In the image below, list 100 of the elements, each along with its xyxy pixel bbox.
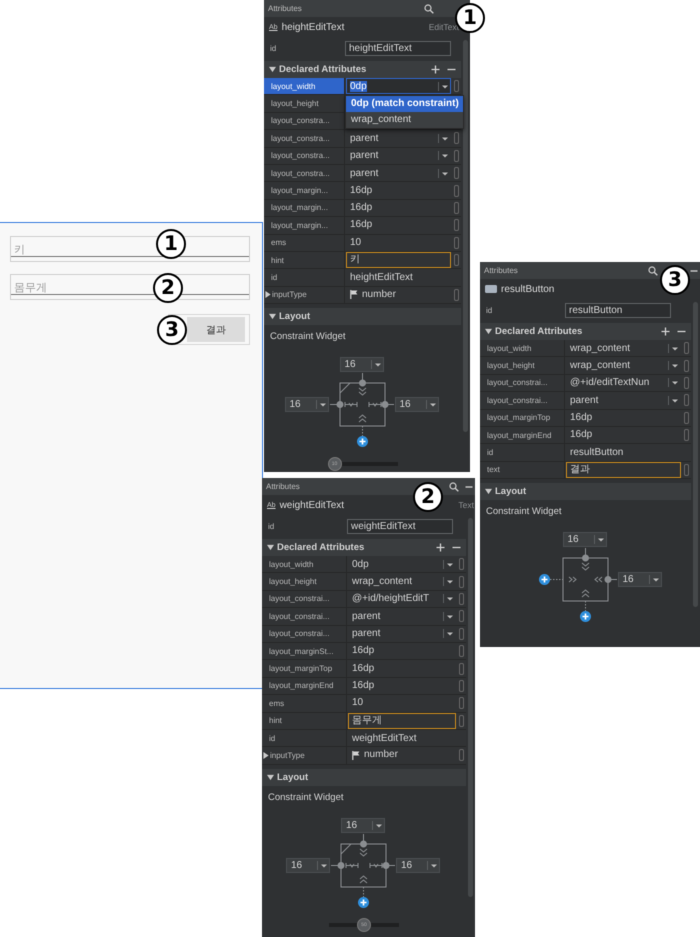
attribute-dropdown[interactable]: @+id/heightEditT xyxy=(348,590,456,607)
attribute-value: resultButton xyxy=(569,447,624,458)
attribute-name: layout_margin... xyxy=(270,220,329,232)
attribute-value-field[interactable]: 16dp xyxy=(348,660,456,677)
component-name: resultButton xyxy=(501,284,556,294)
id-field[interactable]: resultButton xyxy=(565,302,671,318)
margin-dropdown[interactable]: 16 xyxy=(562,532,606,548)
attribute-value-field[interactable]: 16dp xyxy=(348,678,456,694)
margin-dropdown[interactable]: 16 xyxy=(284,397,328,412)
attribute-name: layout_width xyxy=(264,78,344,94)
id-field[interactable]: weightEditText xyxy=(347,518,453,534)
section-header[interactable]: Declared Attributes xyxy=(264,61,461,78)
attribute-value-field[interactable]: 16dp xyxy=(566,427,681,444)
panel-title: Attributes xyxy=(268,4,303,13)
attribute-dropdown[interactable]: 0dp xyxy=(346,78,451,94)
attribute-name: layout_constrai... xyxy=(268,628,330,640)
attribute-name: id xyxy=(486,447,494,460)
attribute-name: id xyxy=(268,732,276,745)
result-button[interactable]: 결과 xyxy=(187,317,245,342)
attribute-name: layout_width xyxy=(268,558,314,571)
attribute-name: id xyxy=(485,306,494,314)
panel-title: Attributes xyxy=(266,482,301,491)
attribute-value: heightEditText xyxy=(349,272,413,283)
attribute-value-field[interactable]: 결과 xyxy=(566,462,681,478)
margin-dropdown[interactable]: 16 xyxy=(341,818,385,833)
attribute-name: layout_constrai... xyxy=(486,377,548,390)
margin-dropdown[interactable]: 16 xyxy=(394,397,438,412)
dropdown-option[interactable]: wrap_content xyxy=(346,112,463,128)
margin-dropdown[interactable]: 16 xyxy=(396,858,440,873)
attribute-name: layout_constrai... xyxy=(268,593,330,606)
section-header[interactable]: Layout xyxy=(262,768,466,786)
attribute-name: layout_height xyxy=(268,576,318,588)
dropdown-option[interactable]: 0dp (match constraint) xyxy=(346,96,463,112)
attribute-value-field[interactable]: 16dp xyxy=(566,410,681,426)
component-name: heightEditText xyxy=(282,22,346,32)
attribute-name: layout_constra... xyxy=(270,168,331,180)
attribute-value-field[interactable]: 16dp xyxy=(346,217,451,234)
component-type: EditText xyxy=(428,22,459,32)
attribute-value-field[interactable]: number xyxy=(348,747,456,764)
attribute-value-field[interactable]: 키 xyxy=(346,252,451,268)
attribute-dropdown[interactable]: parent xyxy=(566,392,681,408)
section-header[interactable]: Layout xyxy=(264,308,461,326)
margin-dropdown[interactable]: 16 xyxy=(618,572,662,588)
attribute-dropdown[interactable]: wrap_content xyxy=(348,574,456,590)
attribute-name: id xyxy=(267,522,276,530)
section-header[interactable]: Declared Attributes xyxy=(262,539,466,556)
section-subtitle: Constraint Widget xyxy=(267,790,345,803)
id-field[interactable]: heightEditText xyxy=(345,40,451,56)
attribute-dropdown[interactable]: parent xyxy=(346,148,451,164)
attribute-name: layout_constra... xyxy=(270,150,331,162)
attribute-name: layout_marginEnd xyxy=(486,430,552,442)
attribute-dropdown[interactable]: 0dp xyxy=(348,556,456,572)
attribute-name: layout_width xyxy=(486,342,532,355)
attribute-dropdown[interactable]: parent xyxy=(346,165,451,182)
attribute-value-field[interactable]: 16dp xyxy=(346,200,451,216)
attribute-value-field[interactable]: number xyxy=(346,286,451,303)
component-name: weightEditText xyxy=(280,500,346,510)
attribute-dropdown[interactable]: @+id/editTextNun xyxy=(566,374,681,391)
attribute-value: number xyxy=(362,288,396,302)
attribute-name: text xyxy=(486,464,501,476)
section-title: Declared Attributes xyxy=(279,64,368,75)
attribute-name: layout_constrai... xyxy=(486,394,548,407)
attribute-dropdown[interactable]: parent xyxy=(348,608,456,624)
attribute-dropdown[interactable]: parent xyxy=(348,626,456,642)
attribute-name: layout_height xyxy=(486,360,536,372)
attribute-name: id xyxy=(270,272,278,284)
attribute-name: hint xyxy=(268,715,283,728)
attribute-value-field[interactable]: 16dp xyxy=(348,643,456,660)
attribute-value-field[interactable]: 몸무게 xyxy=(348,712,456,729)
attribute-name: layout_constrai... xyxy=(268,610,330,623)
attribute-name: layout_constra... xyxy=(270,115,331,128)
section-title: Declared Attributes xyxy=(495,326,584,337)
section-header[interactable]: Layout xyxy=(480,483,691,500)
attribute-value-field[interactable]: 16dp xyxy=(346,182,451,199)
attribute-name: layout_margin... xyxy=(270,185,329,198)
attribute-value-field[interactable]: 10 xyxy=(348,695,456,712)
attribute-name: ems xyxy=(268,698,286,710)
attribute-dropdown[interactable]: wrap_content xyxy=(566,358,681,374)
component-type: Text xyxy=(458,500,474,510)
section-title: Declared Attributes xyxy=(277,542,366,553)
attribute-name: layout_margin... xyxy=(270,202,329,214)
attribute-value-field[interactable]: 10 xyxy=(346,234,451,251)
margin-dropdown[interactable]: 16 xyxy=(340,357,384,372)
attribute-name: layout_marginEnd xyxy=(268,680,334,692)
attribute-name: layout_marginTop xyxy=(486,412,552,424)
attribute-name: layout_marginSt... xyxy=(268,646,334,658)
section-header[interactable]: Declared Attributes xyxy=(480,323,691,340)
attribute-name: inputType xyxy=(270,750,306,762)
section-title: Layout xyxy=(277,772,310,783)
section-title: Layout xyxy=(279,311,312,322)
attribute-value: weightEditText xyxy=(351,732,416,744)
attribute-name: layout_height xyxy=(270,98,320,110)
attribute-name: layout_marginTop xyxy=(268,663,334,676)
attribute-dropdown[interactable]: parent xyxy=(346,130,451,146)
section-subtitle: Constraint Widget xyxy=(485,505,563,518)
attribute-name: inputType xyxy=(272,289,308,302)
section-title: Layout xyxy=(495,486,528,498)
attribute-dropdown[interactable]: wrap_content xyxy=(566,340,681,356)
attribute-name: id xyxy=(269,44,278,52)
margin-dropdown[interactable]: 16 xyxy=(286,858,330,873)
